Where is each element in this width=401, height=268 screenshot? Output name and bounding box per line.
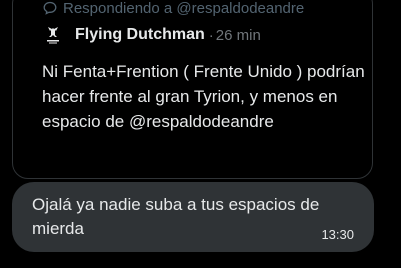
- reply-context: Respondiendo a @respaldodeandre: [43, 0, 304, 17]
- avatar[interactable]: [43, 25, 63, 45]
- author-row: Flying Dutchman · 26 min: [43, 25, 261, 45]
- author-separator: ·: [208, 26, 214, 44]
- author-name[interactable]: Flying Dutchman: [75, 26, 205, 44]
- tweet-timestamp[interactable]: 26 min: [216, 27, 261, 44]
- message-bubble[interactable]: Ojalá ya nadie suba a tus espacios de mi…: [12, 182, 374, 252]
- reply-context-text: Respondiendo a @respaldodeandre: [63, 0, 305, 17]
- message-time: 13:30: [321, 227, 354, 242]
- speech-bubble-icon: [43, 1, 57, 15]
- message-text: Ojalá ya nadie suba a tus espacios de mi…: [32, 195, 320, 238]
- quoted-tweet-card[interactable]: Respondiendo a @respaldodeandre Flying D…: [12, 0, 373, 179]
- quoted-tweet-text: Ni Fenta+Frention ( Frente Unido ) podrí…: [42, 62, 365, 131]
